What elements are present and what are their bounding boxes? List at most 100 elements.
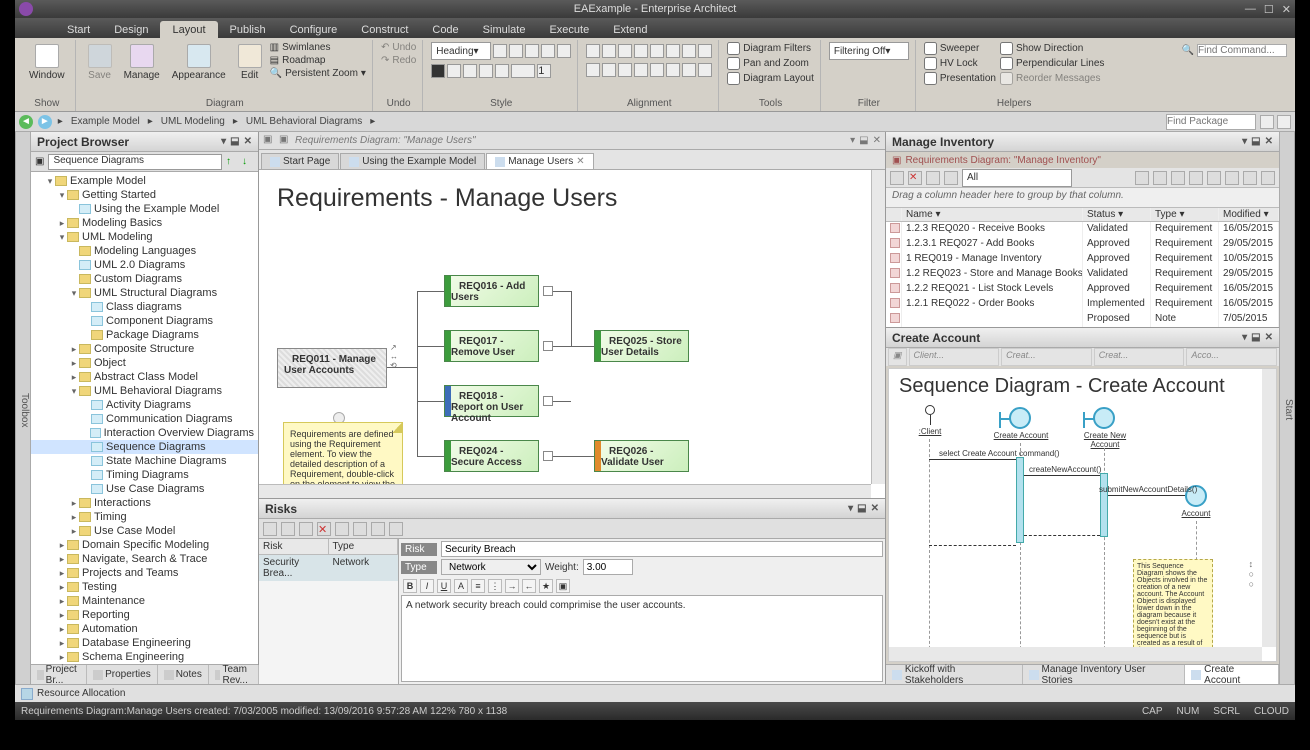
req-r25[interactable]: REQ025 - Store User Details	[594, 330, 689, 362]
edit-button[interactable]: Edit	[234, 42, 266, 83]
tree-node[interactable]: ▸Reporting	[31, 608, 258, 622]
inventory-row[interactable]: ProposedNote7/05/2015	[886, 312, 1279, 327]
reorder-check[interactable]: Reorder Messages	[1000, 72, 1104, 85]
style-icons-row[interactable]: 1	[431, 64, 551, 78]
tree-node[interactable]: ▸Schema Engineering	[31, 650, 258, 664]
presentation-check[interactable]: Presentation	[924, 72, 996, 85]
right-tab[interactable]: Kickoff with Stakeholders	[886, 665, 1023, 684]
risk-copy-icon[interactable]	[299, 522, 313, 536]
tree-node[interactable]: ▾UML Structural Diagrams	[31, 286, 258, 300]
inventory-group-hint[interactable]: Drag a column header here to group by th…	[886, 188, 1279, 208]
tree-node[interactable]: Activity Diagrams	[31, 398, 258, 412]
tree-node[interactable]: ▸Domain Specific Modeling	[31, 538, 258, 552]
diagram-filters-option[interactable]: Diagram Filters	[727, 42, 814, 55]
inv-new-icon[interactable]	[890, 171, 904, 185]
menu-tab-layout[interactable]: Layout	[160, 21, 217, 38]
risk-help-icon[interactable]	[389, 522, 403, 536]
undo-button[interactable]: ↶ Undo	[381, 42, 416, 53]
ca-scroll-v[interactable]	[1262, 369, 1276, 647]
search-icon[interactable]	[1260, 115, 1274, 129]
inventory-row[interactable]: 1.2 REQ023 - Store and Manage BooksValid…	[886, 267, 1279, 282]
canvas-scrollbar-h[interactable]	[259, 484, 871, 498]
manage-button[interactable]: Manage	[120, 42, 164, 83]
tree-node[interactable]: ▾UML Modeling	[31, 230, 258, 244]
tree-node[interactable]: ▾Getting Started	[31, 188, 258, 202]
resource-allocation-bar[interactable]: Resource Allocation	[15, 684, 1295, 702]
show-direction-check[interactable]: Show Direction	[1000, 42, 1104, 55]
tree-node[interactable]: ▸Abstract Class Model	[31, 370, 258, 384]
req-r24[interactable]: REQ024 - Secure Access	[444, 440, 539, 472]
left-tab[interactable]: Properties	[87, 665, 158, 684]
tree-node[interactable]: ▸Object	[31, 356, 258, 370]
risk-opt-icon[interactable]	[371, 522, 385, 536]
menu-tab-simulate[interactable]: Simulate	[471, 21, 538, 38]
pb-icon[interactable]: ▣	[35, 156, 44, 167]
alignment-row-2[interactable]	[586, 63, 712, 77]
risk-new-icon[interactable]	[263, 522, 277, 536]
hvlock-check[interactable]: HV Lock	[924, 57, 996, 70]
left-tab[interactable]: Team Rev...	[209, 665, 259, 684]
diagram-tab[interactable]: Using the Example Model	[340, 153, 485, 169]
italic-icon[interactable]: I	[420, 579, 434, 593]
inventory-row[interactable]: 1 REQ019 - Manage InventoryApprovedRequi…	[886, 252, 1279, 267]
risk-description[interactable]: A network security breach could comprimi…	[401, 595, 883, 682]
inventory-row[interactable]: 1.2.2 REQ021 - List Stock LevelsApproved…	[886, 282, 1279, 297]
req-r26[interactable]: REQ026 - Validate User	[594, 440, 689, 472]
more-icon[interactable]: ▣	[556, 579, 570, 593]
panel-close-icon[interactable]: ✕	[244, 136, 252, 147]
menu-tab-publish[interactable]: Publish	[218, 21, 278, 38]
diagram-canvas[interactable]: Requirements - Manage Users REQ011 - Man…	[259, 170, 885, 498]
breadcrumb-seg-0[interactable]: Example Model	[67, 116, 144, 127]
risk-weight-input[interactable]	[583, 559, 633, 575]
menu-tab-configure[interactable]: Configure	[278, 21, 350, 38]
inv-refresh-icon[interactable]	[926, 171, 940, 185]
risk-print-icon[interactable]	[353, 522, 367, 536]
risk-sort-icon[interactable]	[335, 522, 349, 536]
pb-scope-combo[interactable]: Sequence Diagrams	[48, 154, 222, 170]
menu-tab-code[interactable]: Code	[420, 21, 470, 38]
pb-down-icon[interactable]: ↓	[242, 156, 254, 168]
inventory-row[interactable]: 1.2.3 REQ020 - Receive BooksValidatedReq…	[886, 222, 1279, 237]
menu-tab-extend[interactable]: Extend	[601, 21, 659, 38]
nav-back-button[interactable]: ◄	[19, 115, 33, 129]
inventory-row[interactable]: 1.2.3.1 REQ027 - Add BooksApprovedRequir…	[886, 237, 1279, 252]
diagram-tab[interactable]: Start Page	[261, 153, 339, 169]
bold-icon[interactable]: B	[403, 579, 417, 593]
inv-filter-combo[interactable]: All	[962, 169, 1072, 187]
perpendicular-check[interactable]: Perpendicular Lines	[1000, 57, 1104, 70]
nav-icon-1[interactable]: ▣	[263, 134, 277, 148]
inv-del-icon[interactable]: ✕	[908, 171, 922, 185]
risk-name-input[interactable]	[441, 541, 883, 557]
inv-print-icon[interactable]	[944, 171, 958, 185]
inventory-grid[interactable]: Name ▾ Status ▾ Type ▾ Modified ▾ 1.2.3 …	[886, 208, 1279, 327]
maximize-button[interactable]: ☐	[1264, 3, 1274, 16]
pb-up-icon[interactable]: ↑	[226, 156, 238, 168]
tree-node[interactable]: Timing Diagrams	[31, 468, 258, 482]
indent-icon[interactable]: →	[505, 579, 519, 593]
list-icon[interactable]: ≡	[471, 579, 485, 593]
risk-save-icon[interactable]	[281, 522, 295, 536]
left-tab[interactable]: Project Br...	[31, 665, 87, 684]
redo-button[interactable]: ↷ Redo	[381, 55, 416, 66]
risks-list[interactable]: RiskType Security Brea...Network	[259, 539, 399, 684]
inventory-row[interactable]: 1.2.1 REQ022 - Order BooksImplementedReq…	[886, 297, 1279, 312]
tree-node[interactable]: Class diagrams	[31, 300, 258, 314]
tree-node[interactable]: ▸Database Engineering	[31, 636, 258, 650]
tree-icon[interactable]	[1277, 115, 1291, 129]
roadmap-option[interactable]: ▤ Roadmap	[270, 55, 366, 66]
canvas-scrollbar-v[interactable]	[871, 170, 885, 484]
risk-delete-icon[interactable]: ✕	[317, 522, 331, 536]
style-heading-combo[interactable]: Heading ▾	[431, 42, 491, 60]
tree-node[interactable]: State Machine Diagrams	[31, 454, 258, 468]
outdent-icon[interactable]: ←	[522, 579, 536, 593]
tree-node[interactable]: Interaction Overview Diagrams	[31, 426, 258, 440]
tree-node[interactable]: ▸Timing	[31, 510, 258, 524]
tree-node[interactable]: UML 2.0 Diagrams	[31, 258, 258, 272]
underline-icon[interactable]: U	[437, 579, 451, 593]
tree-node[interactable]: Package Diagrams	[31, 328, 258, 342]
req-r17[interactable]: REQ017 - Remove User	[444, 330, 539, 362]
appearance-button[interactable]: Appearance	[168, 42, 230, 83]
ca-note[interactable]: This Sequence Diagram shows the Objects …	[1133, 559, 1213, 658]
tree-node[interactable]: Modeling Languages	[31, 244, 258, 258]
right-tab[interactable]: Manage Inventory User Stories	[1023, 665, 1186, 684]
